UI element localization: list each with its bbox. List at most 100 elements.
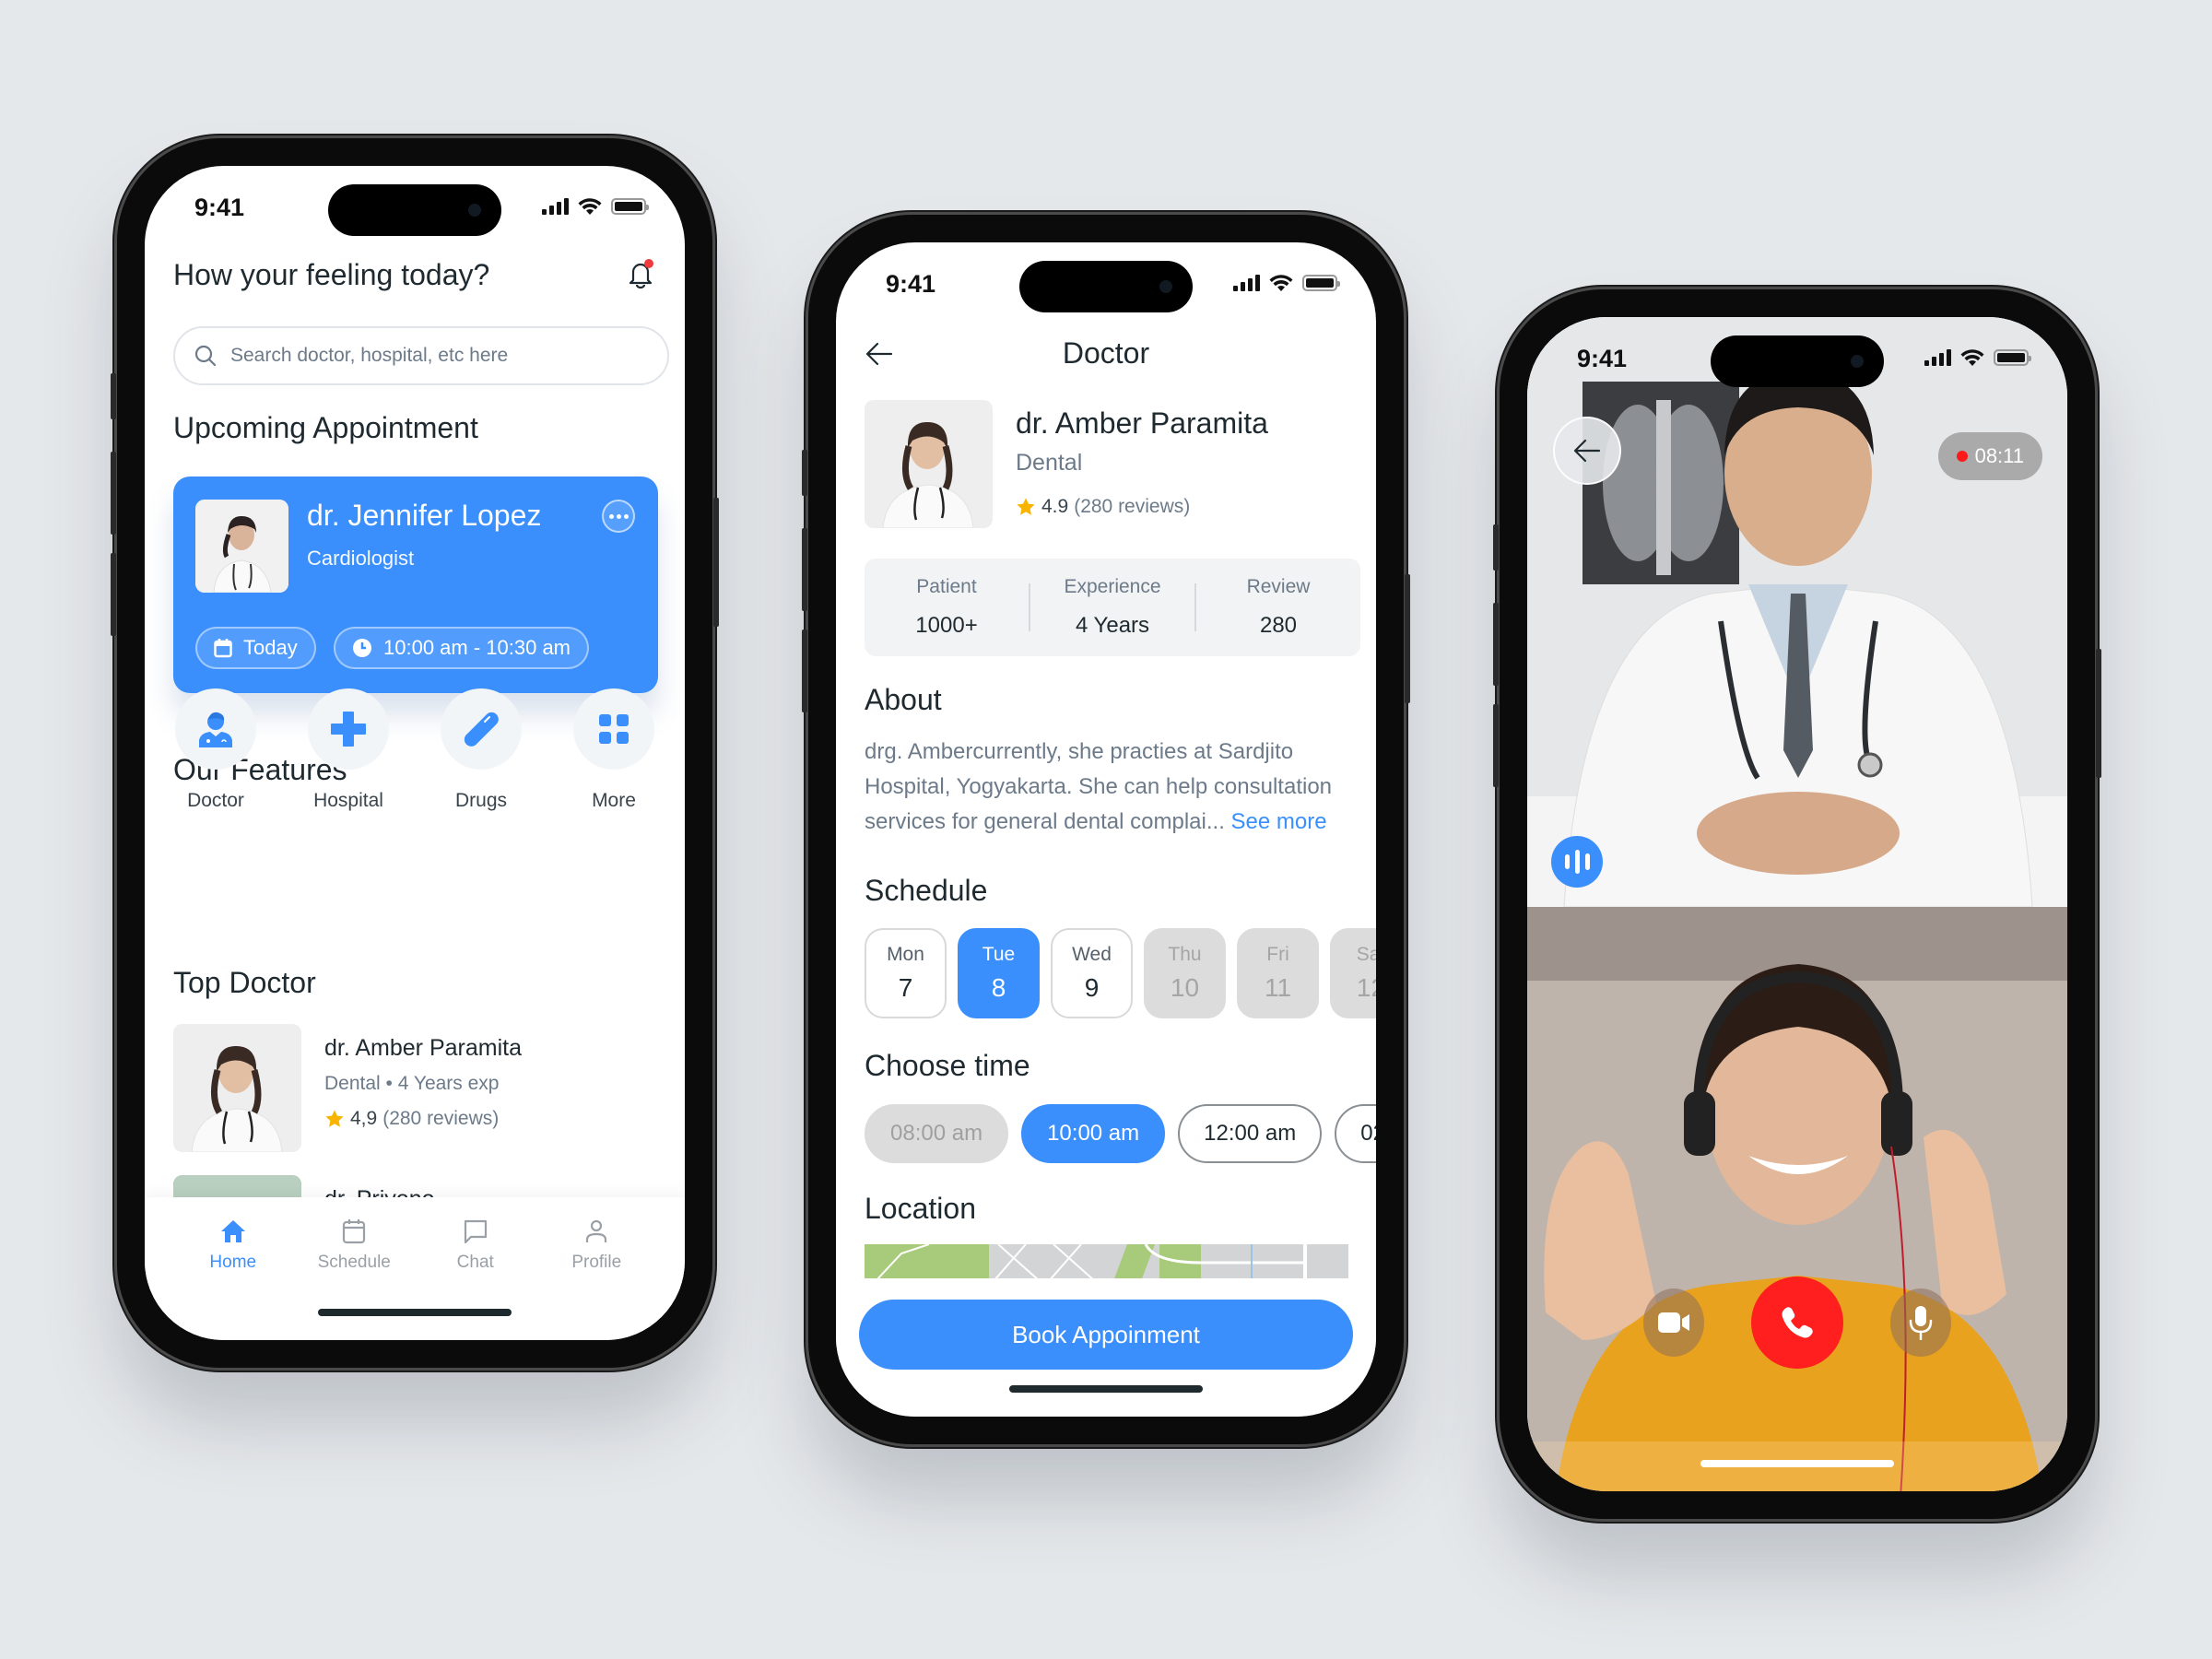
status-time: 9:41	[194, 194, 245, 221]
see-more-link[interactable]: See more	[1231, 809, 1327, 834]
more-options-button[interactable]	[602, 500, 635, 533]
side-button	[1493, 524, 1499, 571]
feature-drugs[interactable]: Drugs	[430, 688, 532, 812]
wifi-icon	[1269, 275, 1293, 291]
doctor-list-item[interactable]: dr. Amber Paramita Dental • 4 Years exp …	[173, 1024, 666, 1152]
recording-time: 08:11	[1974, 444, 2024, 467]
day-date: 10	[1170, 973, 1200, 1002]
voice-activity-button[interactable]	[1551, 836, 1603, 888]
back-arrow-icon	[1573, 439, 1601, 463]
appointment-date-pill: Today	[195, 627, 316, 669]
tab-label: Chat	[456, 1253, 494, 1272]
doctor-photo	[865, 400, 993, 528]
time-option[interactable]: 02:00 pm	[1335, 1104, 1376, 1163]
doctor-rating: 4.9 (280 reviews)	[1016, 496, 1190, 518]
video-camera-icon	[1658, 1312, 1689, 1333]
voice-bar	[1574, 850, 1580, 874]
upcoming-appointment-heading: Upcoming Appointment	[173, 411, 478, 444]
feature-more[interactable]: More	[563, 688, 665, 812]
stat-value: 4 Years	[1075, 613, 1150, 638]
day-option[interactable]: Wed 9	[1051, 928, 1133, 1018]
day-date: 12	[1356, 973, 1376, 1002]
side-button	[111, 373, 116, 419]
voice-bar	[1584, 853, 1590, 870]
day-name: Tue	[982, 944, 1016, 965]
recording-timer: 08:11	[1937, 432, 2042, 480]
end-call-button[interactable]	[1751, 1277, 1843, 1369]
volume-up-button	[802, 528, 807, 611]
search-input[interactable]	[230, 345, 633, 367]
toggle-camera-button[interactable]	[1643, 1288, 1704, 1357]
search-icon	[194, 345, 217, 367]
doctor-stats: Patient 1000+ Experience 4 Years Review 280	[865, 559, 1360, 656]
stat-patient: Patient 1000+	[865, 576, 1029, 639]
feature-label: Doctor	[187, 790, 244, 811]
doctor-name: dr. Amber Paramita	[1016, 406, 1268, 440]
phone-video-call: 9:41 08:11	[1493, 289, 2101, 1519]
microphone-icon	[1909, 1306, 1933, 1340]
appointment-date: Today	[243, 636, 298, 659]
signal-icon	[1924, 349, 1951, 366]
volume-down-button	[802, 629, 807, 712]
power-button	[1405, 574, 1410, 703]
status-time: 9:41	[1577, 345, 1628, 372]
day-option[interactable]: Mon 7	[865, 928, 947, 1018]
feature-hospital[interactable]: Hospital	[298, 688, 399, 812]
profile-icon	[586, 1219, 607, 1242]
side-button	[802, 450, 807, 496]
home-icon	[220, 1220, 245, 1242]
book-appointment-button[interactable]: Book Appoinment	[859, 1300, 1353, 1370]
feature-doctor[interactable]: Doctor	[165, 688, 266, 812]
location-map[interactable]	[865, 1244, 1348, 1281]
notification-bell-icon[interactable]	[622, 254, 659, 291]
time-option-selected[interactable]: 10:00 am	[1021, 1104, 1166, 1163]
search-field[interactable]	[173, 326, 669, 385]
phone-doctor-detail: 9:41 Doctor dr. Amber Paramita Dental 4.…	[802, 215, 1410, 1444]
schedule-heading: Schedule	[865, 874, 988, 907]
tab-home[interactable]: Home	[172, 1197, 294, 1340]
appointment-time: 10:00 am - 10:30 am	[383, 636, 571, 659]
stat-label: Patient	[916, 576, 977, 597]
day-picker: Mon 7 Tue 8 Wed 9 Thu 10 Fri 11 Sat 12	[865, 928, 1376, 1018]
remote-video-feed	[1527, 317, 2067, 907]
appointment-card[interactable]: dr. Jennifer Lopez Cardiologist Today 10…	[173, 477, 658, 693]
mute-microphone-button[interactable]	[1890, 1288, 1951, 1357]
day-option-disabled: Fri 11	[1237, 928, 1319, 1018]
video-call-screen: 9:41 08:11	[1527, 317, 2067, 1491]
nav-bar: Doctor	[836, 333, 1376, 379]
time-option-disabled: 08:00 am	[865, 1104, 1009, 1163]
page-title: Doctor	[1062, 336, 1150, 370]
tab-label: Home	[209, 1253, 257, 1272]
time-option[interactable]: 12:00 am	[1178, 1104, 1323, 1163]
doctor-detail-screen: 9:41 Doctor dr. Amber Paramita Dental 4.…	[836, 242, 1376, 1417]
dynamic-island	[1711, 335, 1884, 387]
feature-label: Drugs	[454, 790, 508, 811]
appointment-time-pill: 10:00 am - 10:30 am	[334, 627, 590, 669]
tab-profile[interactable]: Profile	[536, 1197, 658, 1340]
stat-experience: Experience 4 Years	[1030, 576, 1194, 639]
volume-down-button	[1493, 704, 1499, 787]
status-time: 9:41	[886, 270, 936, 298]
greeting-heading: How your feeling today?	[173, 258, 490, 291]
stat-review: Review 280	[1196, 576, 1360, 639]
day-date: 8	[991, 973, 1006, 1002]
home-indicator	[1009, 1385, 1203, 1393]
feature-label: Hospital	[313, 790, 383, 811]
about-text: drg. Ambercurrently, she practies at Sar…	[865, 735, 1360, 840]
tab-chat[interactable]: Chat	[415, 1197, 536, 1340]
plus-icon	[331, 712, 366, 747]
power-button	[713, 498, 719, 627]
day-date: 11	[1264, 973, 1292, 1002]
wifi-icon	[1960, 349, 1984, 366]
pill-icon	[464, 712, 499, 747]
about-heading: About	[865, 683, 942, 716]
back-button[interactable]	[1553, 417, 1621, 485]
review-count: (280 reviews)	[382, 1108, 500, 1129]
rating-value: 4.9	[1041, 496, 1069, 517]
tab-schedule[interactable]: Schedule	[294, 1197, 416, 1340]
day-name: Sat	[1356, 944, 1376, 965]
day-option-selected[interactable]: Tue 8	[958, 928, 1040, 1018]
calendar-icon	[214, 639, 232, 658]
grid-icon	[599, 714, 629, 744]
bottom-tab-bar: Home Schedule Chat Profile	[145, 1197, 685, 1340]
